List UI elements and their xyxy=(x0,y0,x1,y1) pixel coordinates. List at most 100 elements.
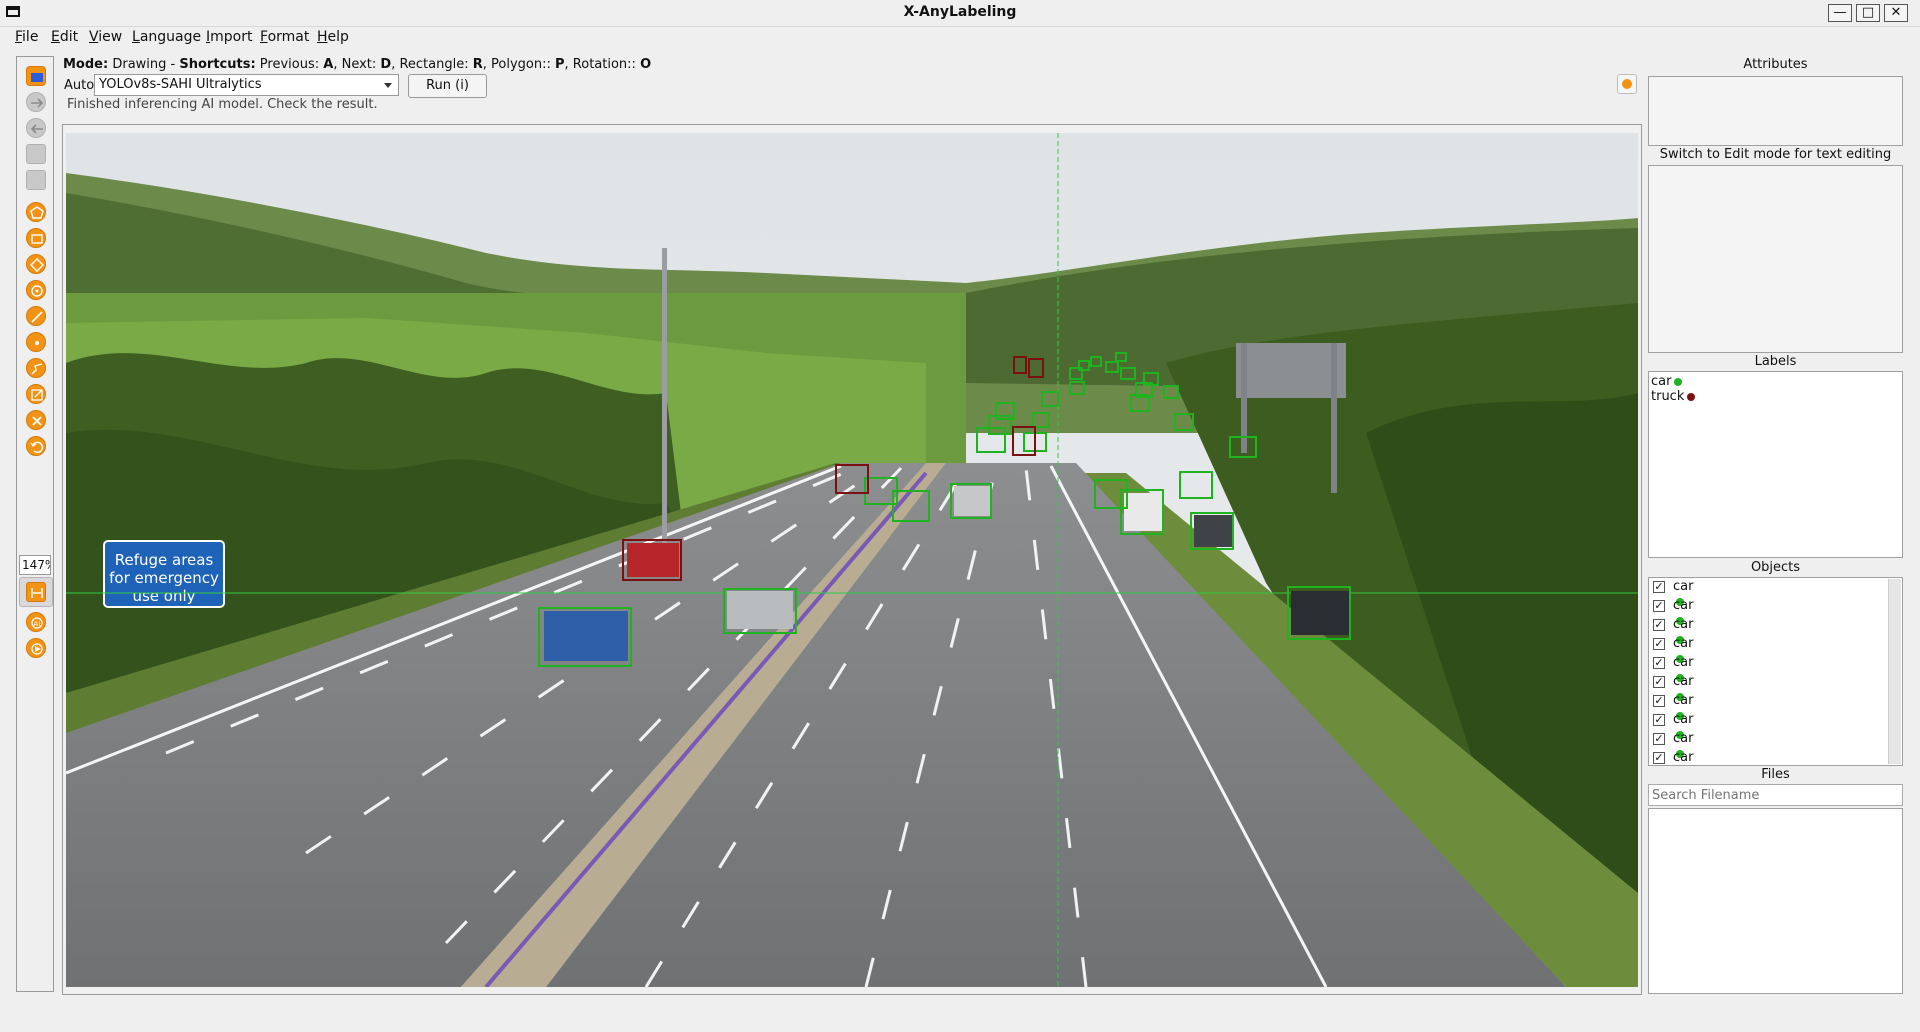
line-tool-icon[interactable] xyxy=(26,306,46,326)
sign-line-2: for emergency xyxy=(109,569,219,587)
label-item-car[interactable]: car xyxy=(1651,374,1683,389)
svg-text:AI: AI xyxy=(34,620,41,628)
objects-title: Objects xyxy=(1750,560,1801,575)
delete-shape-icon[interactable] xyxy=(26,410,46,430)
object-label-text: car xyxy=(1673,636,1694,651)
menu-file[interactable]: File xyxy=(15,29,38,45)
visibility-checkbox[interactable]: ✓ xyxy=(1653,638,1665,650)
visibility-checkbox[interactable]: ✓ xyxy=(1653,581,1665,593)
menu-view[interactable]: View xyxy=(89,29,122,45)
shortcut-rectangle: , Rectangle: xyxy=(391,57,473,72)
prev-image-icon[interactable] xyxy=(26,118,46,138)
close-button[interactable]: ✕ xyxy=(1884,4,1908,22)
attributes-title: Attributes xyxy=(1743,57,1808,72)
label-color-dot xyxy=(1687,392,1696,401)
attributes-box[interactable] xyxy=(1648,76,1903,146)
object-label-text: car xyxy=(1673,579,1694,594)
search-filename-input[interactable] xyxy=(1648,784,1903,806)
labels-title: Labels xyxy=(1754,354,1797,369)
attributes-editor[interactable] xyxy=(1648,165,1903,353)
visibility-checkbox[interactable]: ✓ xyxy=(1653,695,1665,707)
image-canvas[interactable]: Refuge areas for emergency use only xyxy=(62,124,1642,995)
fit-width-icon xyxy=(26,582,46,602)
menu-format[interactable]: Format xyxy=(260,29,309,45)
mode-label: Mode: xyxy=(63,57,109,72)
zoom-input[interactable]: 147% xyxy=(19,555,51,575)
shortcut-rotation-key: O xyxy=(640,57,652,72)
close-auto-labeling-icon[interactable] xyxy=(1617,74,1637,94)
object-label-text: car xyxy=(1673,693,1694,708)
object-label-text: car xyxy=(1673,655,1694,670)
shortcut-previous: Previous: xyxy=(255,57,324,72)
label-item-truck[interactable]: truck xyxy=(1651,389,1696,404)
menu-edit[interactable]: Edit xyxy=(51,29,78,45)
title-bar: X-AnyLabeling — □ ✕ xyxy=(0,0,1920,27)
visibility-checkbox[interactable]: ✓ xyxy=(1653,619,1665,631)
labels-list[interactable]: car truck xyxy=(1648,371,1903,558)
visibility-checkbox[interactable]: ✓ xyxy=(1653,676,1665,688)
minimize-button[interactable]: — xyxy=(1828,4,1852,22)
menu-bar: File Edit View Language Import Format He… xyxy=(0,26,1920,48)
linestrip-tool-icon[interactable] xyxy=(26,358,46,378)
rotation-tool-icon[interactable] xyxy=(26,254,46,274)
files-list[interactable] xyxy=(1648,808,1903,994)
undo-icon[interactable] xyxy=(26,436,46,456)
object-label: car xyxy=(1673,750,1694,765)
shortcut-next-key: D xyxy=(380,57,392,72)
object-label-text: car xyxy=(1673,750,1694,765)
visibility-checkbox[interactable]: ✓ xyxy=(1653,600,1665,612)
label-color-dot xyxy=(1674,377,1683,386)
object-label-text: car xyxy=(1673,731,1694,746)
shortcuts-label: Shortcuts: xyxy=(179,57,256,72)
circle-tool-icon[interactable] xyxy=(26,280,46,300)
visibility-checkbox[interactable]: ✓ xyxy=(1653,733,1665,745)
ai-tool-icon[interactable]: AI xyxy=(26,612,46,632)
visibility-checkbox[interactable]: ✓ xyxy=(1653,714,1665,726)
label-name: truck xyxy=(1651,389,1685,404)
open-folder-icon[interactable] xyxy=(26,66,46,86)
shortcut-previous-key: A xyxy=(323,57,334,72)
highway-image[interactable]: Refuge areas for emergency use only xyxy=(66,133,1638,987)
delete-file-icon[interactable] xyxy=(26,170,46,190)
point-tool-icon[interactable] xyxy=(26,332,46,352)
highway-scene: Refuge areas for emergency use only xyxy=(66,133,1638,987)
attributes-hint: Switch to Edit mode for text editing xyxy=(1659,147,1892,162)
chevron-down-icon xyxy=(384,83,392,88)
objects-scrollbar[interactable] xyxy=(1888,579,1901,764)
save-icon[interactable] xyxy=(26,144,46,164)
shortcut-rotation: , Rotation:: xyxy=(564,57,641,72)
mode-value: Drawing xyxy=(112,57,167,72)
model-dropdown-value: YOLOv8s-SAHI Ultralytics xyxy=(99,77,262,92)
mode-separator: - xyxy=(166,57,180,72)
shortcut-polygon: , Polygon:: xyxy=(482,57,555,72)
fit-width-frame[interactable] xyxy=(19,577,53,607)
window-title: X-AnyLabeling xyxy=(903,4,1017,20)
label-name: car xyxy=(1651,374,1672,389)
rectangle-tool-icon[interactable] xyxy=(26,228,46,248)
tools-toolbar: 147% AI xyxy=(16,56,54,992)
menu-language[interactable]: Language xyxy=(132,29,201,45)
model-dropdown[interactable]: YOLOv8s-SAHI Ultralytics xyxy=(94,74,399,96)
visibility-checkbox[interactable]: ✓ xyxy=(1653,752,1665,764)
objects-list[interactable]: ✓ car ✓ car ✓ car ✓ car ✓ car ✓ car ✓ car ✓ car … xyxy=(1648,577,1903,766)
visibility-checkbox[interactable]: ✓ xyxy=(1653,657,1665,669)
run-model-button[interactable]: Run (i) xyxy=(408,74,487,98)
files-title: Files xyxy=(1761,767,1790,782)
run-model-icon[interactable] xyxy=(26,638,46,658)
object-label-text: car xyxy=(1673,674,1694,689)
shortcut-polygon-key: P xyxy=(555,57,565,72)
edit-tool-icon[interactable] xyxy=(26,384,46,404)
maximize-button[interactable]: □ xyxy=(1856,4,1880,22)
menu-help[interactable]: Help xyxy=(317,29,349,45)
object-label-text: car xyxy=(1673,617,1694,632)
object-label-text: car xyxy=(1673,712,1694,727)
sign-line-3: use only xyxy=(132,587,195,605)
shortcut-rectangle-key: R xyxy=(472,57,483,72)
menu-import[interactable]: Import xyxy=(206,29,252,45)
sign-line-1: Refuge areas xyxy=(115,551,214,569)
auto-label: Auto xyxy=(64,78,95,93)
shortcut-next: , Next: xyxy=(333,57,381,72)
mode-shortcuts-line: Mode: Drawing - Shortcuts: Previous: A, … xyxy=(63,57,651,72)
polygon-tool-icon[interactable] xyxy=(26,202,46,222)
next-image-icon[interactable] xyxy=(26,92,46,112)
